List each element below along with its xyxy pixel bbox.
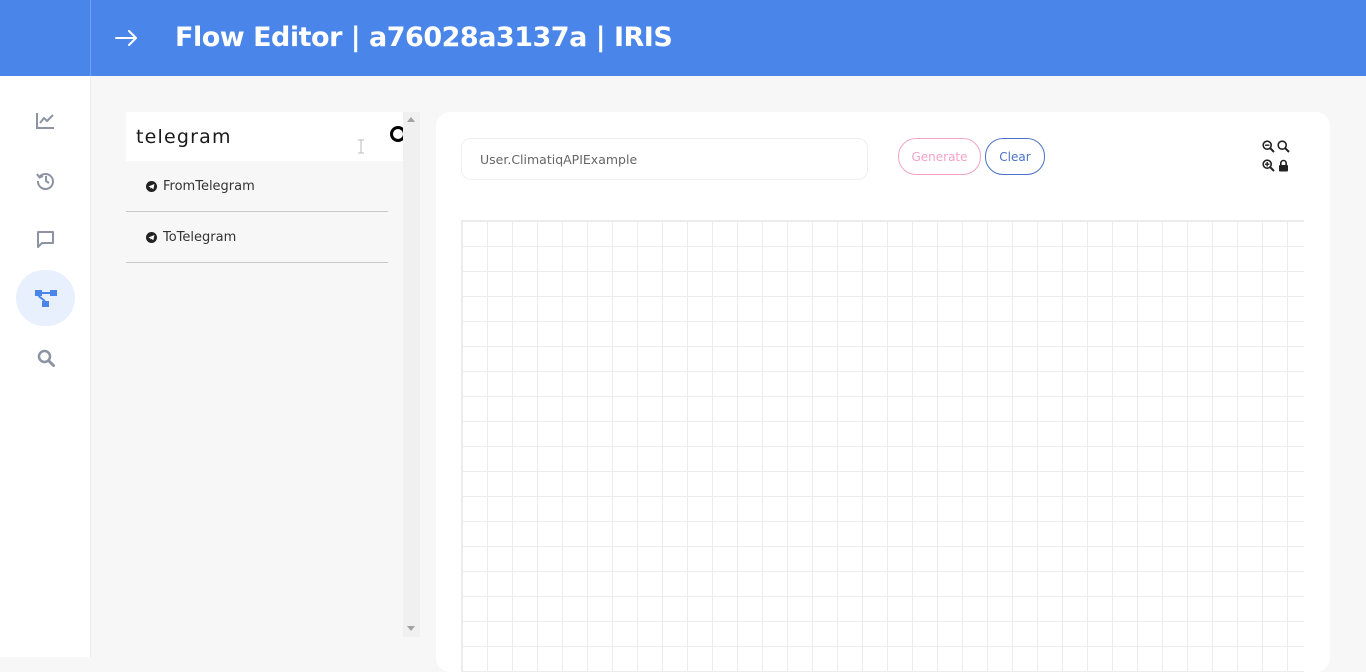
logo-area	[0, 0, 91, 76]
flow-canvas-grid[interactable]	[461, 220, 1304, 672]
sidebar-item-history[interactable]	[16, 152, 75, 208]
lock-icon[interactable]	[1277, 159, 1290, 172]
text-cursor-icon	[358, 139, 364, 154]
panel-scrollbar[interactable]	[403, 112, 420, 637]
expand-arrow-icon[interactable]	[112, 22, 142, 54]
search-icon	[37, 349, 55, 367]
top-bar: Flow Editor | a76028a3137a | IRIS	[0, 0, 1366, 76]
sidebar-item-flow-editor[interactable]	[16, 270, 75, 326]
sidebar	[0, 76, 91, 657]
zoom-in-icon[interactable]	[1262, 159, 1275, 172]
component-panel: FromTelegram ToTelegram	[126, 112, 405, 637]
flow-editor-card: Generate Clear	[436, 112, 1330, 672]
telegram-icon	[146, 231, 157, 243]
component-search-input[interactable]	[136, 121, 376, 153]
sidebar-item-search[interactable]	[16, 330, 75, 386]
list-item[interactable]: ToTelegram	[126, 212, 388, 263]
scroll-down-arrow-icon[interactable]	[407, 626, 415, 631]
chart-line-icon	[36, 112, 54, 129]
telegram-icon	[146, 180, 157, 192]
scroll-up-arrow-icon[interactable]	[407, 117, 415, 122]
list-item-label: ToTelegram	[163, 229, 237, 245]
history-icon	[36, 172, 54, 190]
list-item[interactable]: FromTelegram	[126, 161, 388, 212]
list-item-label: FromTelegram	[163, 178, 255, 194]
component-search-row	[126, 112, 405, 161]
clear-button[interactable]: Clear	[985, 138, 1045, 175]
zoom-out-icon[interactable]	[1262, 140, 1275, 153]
flow-name-input[interactable]	[461, 138, 868, 180]
generate-button[interactable]: Generate	[898, 138, 981, 175]
sidebar-item-analytics[interactable]	[16, 92, 75, 148]
zoom-reset-icon[interactable]	[1277, 140, 1290, 153]
page-title: Flow Editor | a76028a3137a | IRIS	[175, 22, 673, 53]
flow-diagram-icon	[34, 289, 57, 307]
message-icon	[37, 231, 54, 248]
sidebar-item-messages[interactable]	[16, 211, 75, 267]
